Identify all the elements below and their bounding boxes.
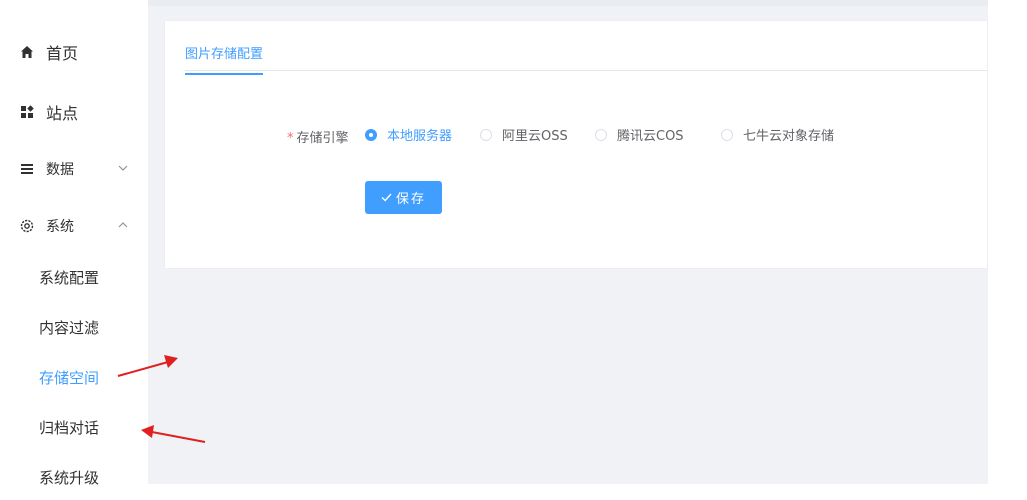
sidebar: 首页 站点 数据 系统 系统配置 内容过滤 存储空间 归档对话 系统升级 [0, 0, 148, 500]
radio-circle[interactable] [595, 128, 607, 141]
radio-circle[interactable] [365, 128, 377, 141]
radio-local-server[interactable]: 本地服务器 [365, 125, 452, 144]
chevron-up-icon[interactable] [118, 220, 128, 230]
header-divider [148, 0, 988, 6]
radio-label: 腾讯云COS [617, 129, 684, 144]
check-icon [381, 193, 392, 202]
nav-item-site[interactable]: 站点 [18, 100, 78, 124]
sidebar-item-system-config[interactable]: 系统配置 [39, 267, 99, 288]
gear-icon [18, 217, 36, 235]
nav-item-label: 站点 [46, 104, 79, 123]
storage-engine-label: * 存储引擎 [287, 127, 349, 146]
radio-circle[interactable] [480, 128, 492, 141]
radio-label: 阿里云OSS [502, 129, 568, 144]
radio-circle[interactable] [721, 128, 733, 141]
radio-qiniu-storage[interactable]: 七牛云对象存储 [721, 125, 834, 144]
tab-divider [185, 70, 987, 71]
radio-label: 本地服务器 [387, 129, 453, 144]
sidebar-item-archive-chat[interactable]: 归档对话 [39, 417, 99, 438]
nav-item-label: 首页 [46, 44, 79, 63]
radio-tencent-cos[interactable]: 腾讯云COS [595, 125, 684, 144]
home-icon [18, 43, 36, 61]
nav-item-data[interactable]: 数据 [18, 159, 74, 179]
required-mark: * [287, 131, 294, 146]
sidebar-item-system-upgrade[interactable]: 系统升级 [39, 467, 99, 488]
radio-aliyun-oss[interactable]: 阿里云OSS [480, 125, 568, 144]
save-button-label: 保存 [395, 192, 426, 207]
save-button[interactable]: 保存 [365, 181, 442, 214]
nav-item-label: 系统 [46, 219, 74, 235]
nav-item-home[interactable]: 首页 [18, 40, 78, 64]
chevron-down-icon[interactable] [118, 163, 128, 173]
storage-config-card: 图片存储配置 * 存储引擎 本地服务器 阿里云OSS 腾讯云COS 七牛云对象存储… [164, 20, 988, 269]
right-margin [988, 0, 1027, 500]
sidebar-item-content-filter[interactable]: 内容过滤 [39, 317, 99, 338]
storage-engine-label-text: 存储引擎 [296, 131, 349, 146]
sidebar-item-storage[interactable]: 存储空间 [39, 367, 99, 388]
grid-icon [18, 103, 36, 121]
list-icon [18, 160, 36, 178]
nav-item-system[interactable]: 系统 [18, 216, 74, 236]
radio-label: 七牛云对象存储 [743, 129, 835, 144]
nav-item-label: 数据 [46, 162, 74, 178]
